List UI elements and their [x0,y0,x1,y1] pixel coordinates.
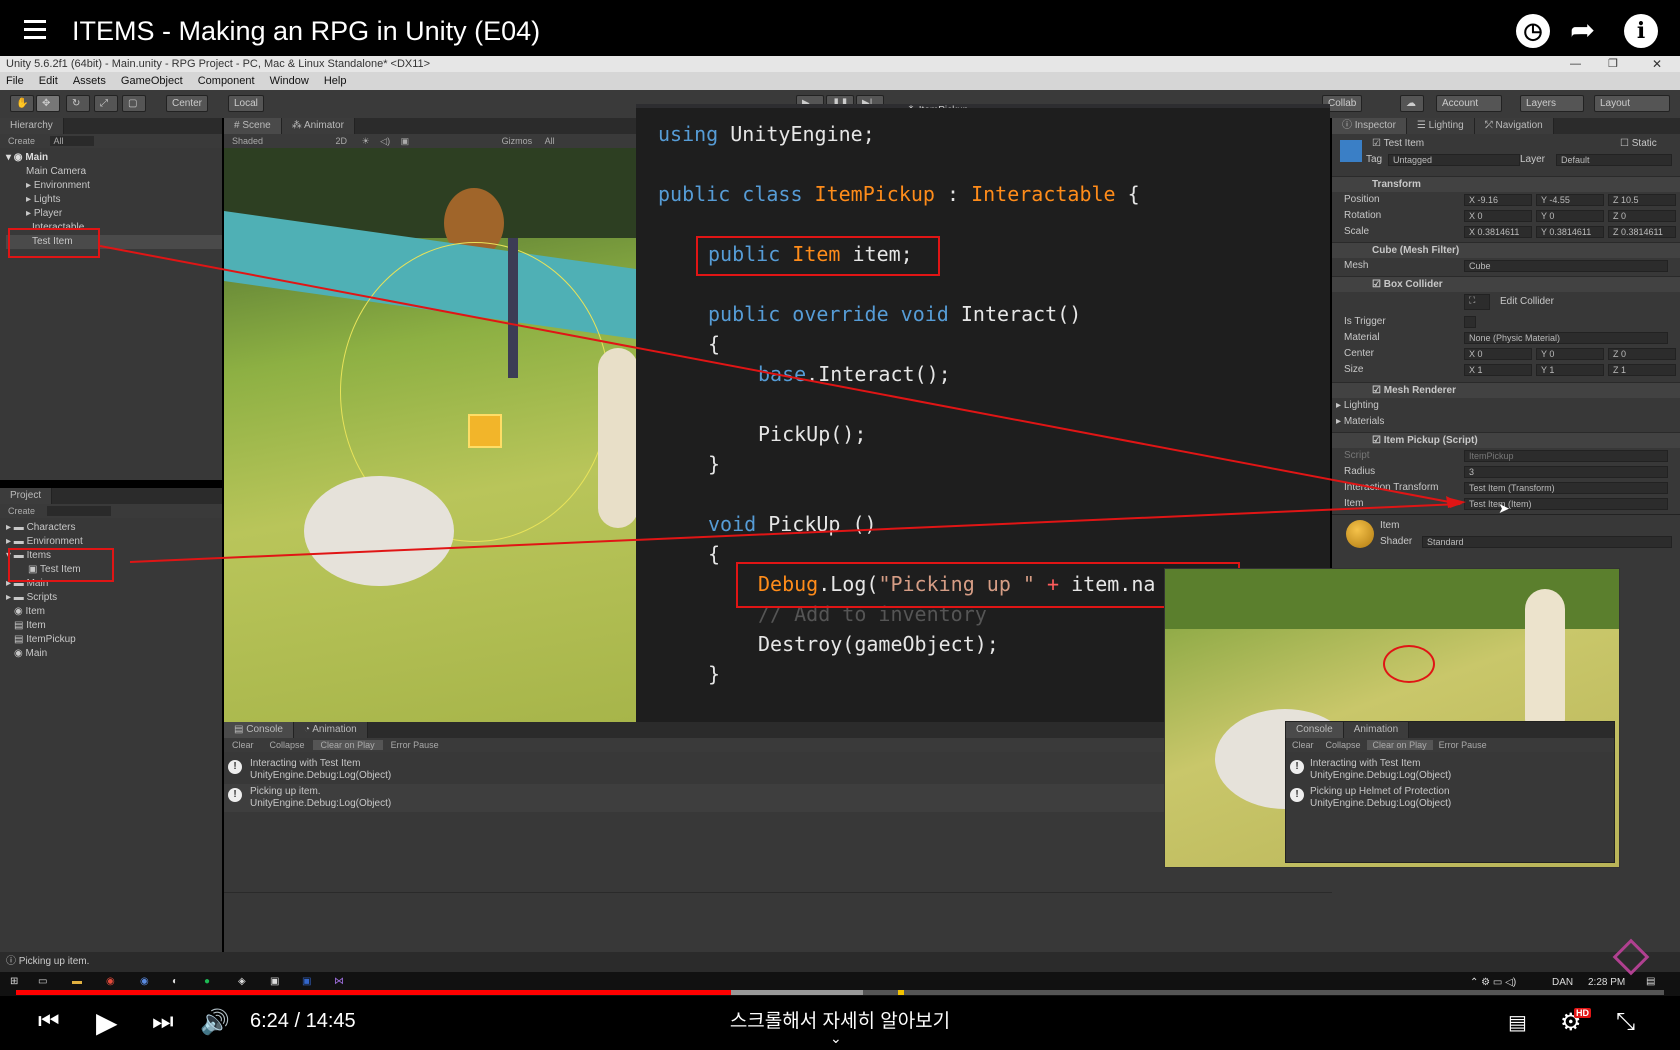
task-view-icon[interactable]: ▭ [38,976,47,987]
file-explorer-icon[interactable]: ▬ [72,976,82,987]
spotify-icon[interactable]: ● [204,976,210,987]
annotation-arrows [99,245,1466,563]
volume-icon[interactable]: 🔊 [200,1008,230,1037]
chrome-icon[interactable]: ◉ [106,976,115,987]
previous-icon[interactable]: ⏮ [38,1008,60,1036]
mouse-cursor-icon: ➤ [1498,500,1510,516]
arrow-head [1450,498,1466,508]
browser-icon[interactable]: ◉ [140,976,149,987]
hd-badge: HD [1574,1008,1591,1018]
next-icon[interactable]: ⏭ [152,1008,174,1036]
unity-icon[interactable]: ◈ [238,976,246,987]
app-icon[interactable]: ▣ [270,976,279,987]
video-progress-played [16,990,732,995]
windows-start-icon[interactable]: ⊞ [10,976,18,987]
scroll-hint[interactable]: 스크롤해서 자세히 알아보기 [600,1006,1080,1033]
taskbar-clock: 2:28 PM [1588,977,1626,988]
annotation-arrow [129,503,1461,563]
illustrator-icon[interactable]: ▣ [302,976,311,987]
annotation-arrow [99,245,1461,505]
unity-status-bar: ⓘ Picking up item. [0,952,1680,972]
taskbar-user: DAN [1552,977,1574,988]
chapter-marker [898,990,904,995]
subtitles-icon[interactable]: ▤ [1508,1010,1527,1035]
exit-fullscreen-icon[interactable]: ⤡ [1616,1008,1635,1036]
app-icon[interactable]: ◐ [172,976,178,987]
notification-icon[interactable]: ▤ [1646,976,1655,987]
play-icon[interactable]: ▶ [96,1006,118,1039]
visual-studio-icon[interactable]: ⋈ [334,976,344,987]
video-time: 6:24 / 14:45 [250,1010,356,1032]
chevron-down-icon[interactable]: ⌄ [830,1030,842,1047]
tray-icons[interactable]: ⌃ ⚙ ▭ ◁) [1470,977,1516,988]
